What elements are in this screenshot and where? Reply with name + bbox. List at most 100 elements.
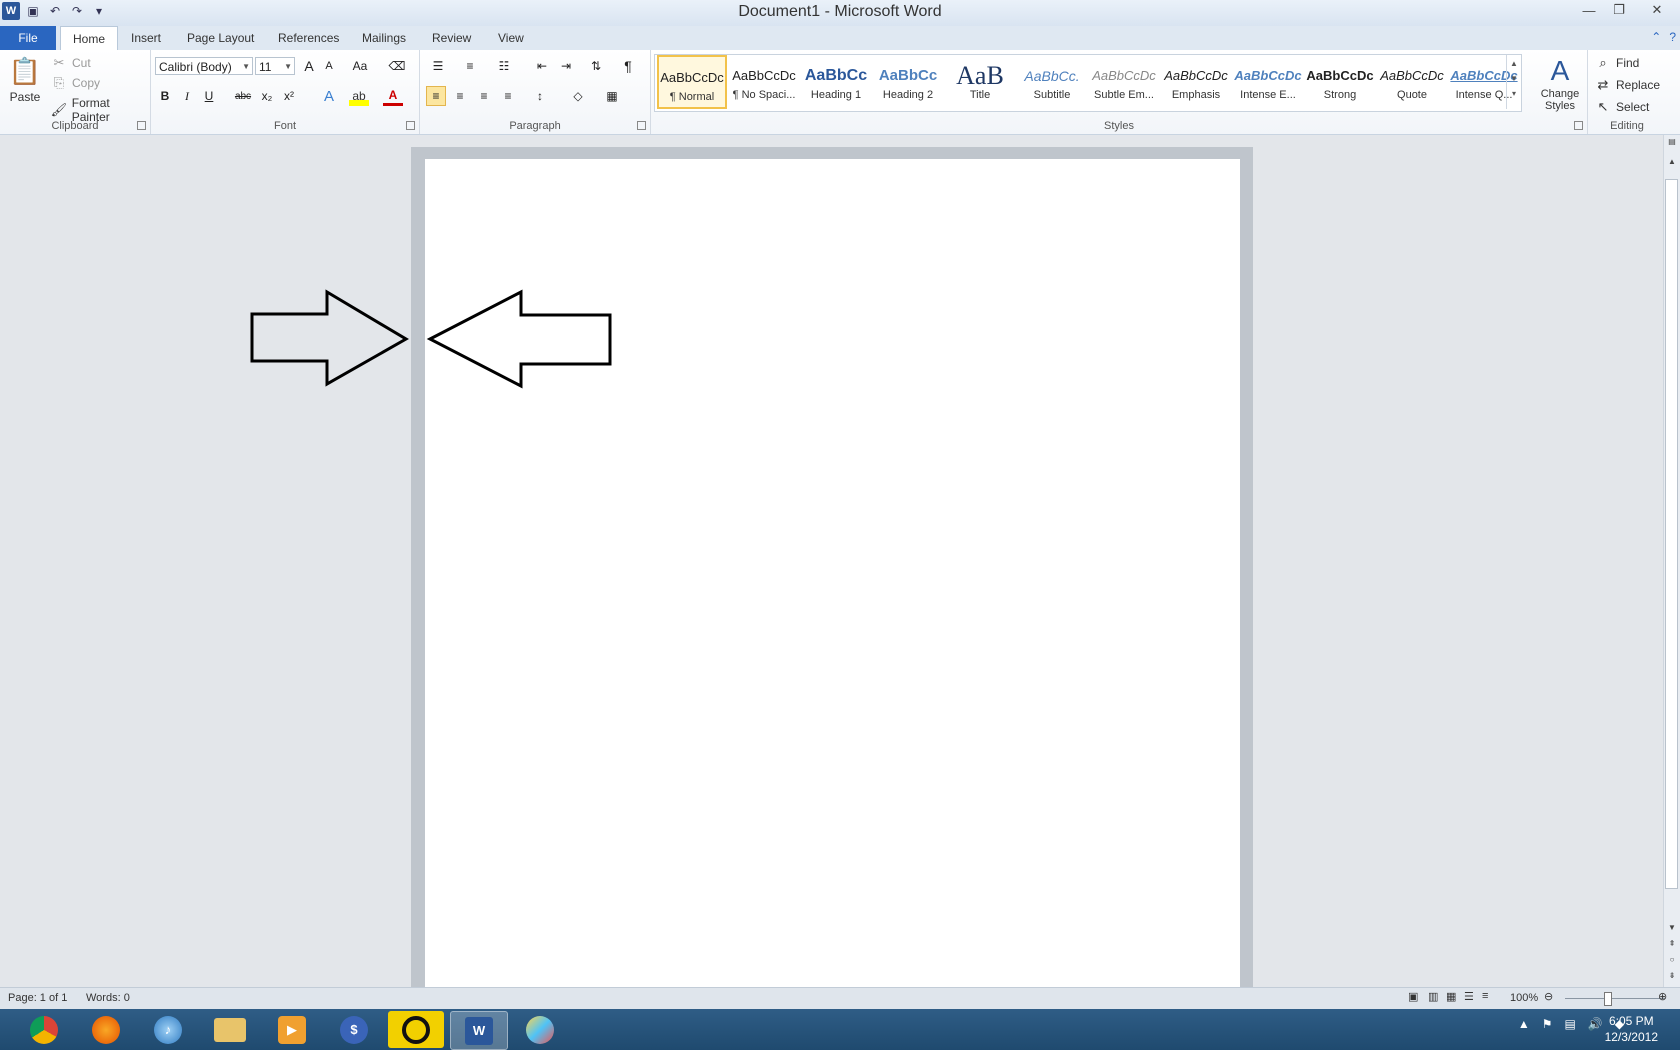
itunes-taskbar-button[interactable]: ♪	[140, 1011, 196, 1048]
style-heading-2[interactable]: AaBbCc Heading 2	[873, 55, 943, 109]
find-button[interactable]: ⌕ Find	[1594, 54, 1639, 72]
decrease-indent-icon[interactable]: ⇤	[532, 56, 552, 76]
underline-button[interactable]: U	[199, 86, 219, 106]
numbering-icon[interactable]: ≡	[460, 56, 480, 76]
print-layout-icon[interactable]: ▣	[1408, 990, 1418, 1003]
style-subtitle[interactable]: AaBbCc. Subtitle	[1017, 55, 1087, 109]
browse-object-icon[interactable]: ○	[1664, 955, 1680, 964]
cut-button[interactable]: ✂ Cut	[50, 54, 91, 72]
style-heading-1[interactable]: AaBbCc Heading 1	[801, 55, 871, 109]
style-strong[interactable]: AaBbCcDc Strong	[1305, 55, 1375, 109]
ruler-toggle-icon[interactable]: ▤	[1664, 137, 1680, 146]
font-name-combo[interactable]: Calibri (Body) ▼	[155, 57, 253, 75]
show-formatting-button[interactable]: ¶	[618, 56, 638, 76]
tab-view[interactable]: View	[486, 26, 536, 50]
zoom-level[interactable]: 100%	[1510, 992, 1538, 1004]
line-spacing-icon[interactable]: ↕	[530, 86, 550, 106]
ring-app-taskbar-button[interactable]	[388, 1011, 444, 1048]
outline-icon[interactable]: ☰	[1464, 990, 1474, 1003]
scrollbar-thumb[interactable]	[1665, 179, 1678, 889]
minimize-ribbon-icon[interactable]: ⌃	[1651, 30, 1661, 44]
tab-mailings[interactable]: Mailings	[350, 26, 418, 50]
word-count[interactable]: Words: 0	[86, 992, 130, 1004]
explorer-taskbar-button[interactable]	[202, 1011, 258, 1048]
italic-button[interactable]: I	[177, 86, 197, 106]
tab-file[interactable]: File	[0, 26, 56, 50]
clock[interactable]: 6:05 PM 12/3/2012	[1605, 1013, 1658, 1045]
firefox-taskbar-button[interactable]	[78, 1011, 134, 1048]
minimize-icon[interactable]: —	[1574, 0, 1604, 20]
scroll-up-icon[interactable]: ▲	[1664, 157, 1680, 166]
more-styles-icon[interactable]: ▾	[1507, 89, 1521, 98]
close-icon[interactable]: ✕	[1634, 0, 1680, 20]
align-center-icon[interactable]: ≡	[450, 86, 470, 106]
network-icon[interactable]: ▤	[1564, 1017, 1575, 1031]
multilevel-list-icon[interactable]: ☷	[494, 56, 514, 76]
bullets-icon[interactable]: ☰	[428, 56, 448, 76]
justify-icon[interactable]: ≡	[498, 86, 518, 106]
borders-icon[interactable]: ▦	[602, 86, 622, 106]
style-intense-emphasis[interactable]: AaBbCcDc Intense E...	[1233, 55, 1303, 109]
sort-icon[interactable]: ⇅	[586, 56, 606, 76]
left-arrow-shape[interactable]	[426, 289, 612, 389]
highlight-icon[interactable]: ab	[349, 86, 369, 106]
help-icon[interactable]: ?	[1669, 30, 1676, 44]
volume-icon[interactable]: 🔊	[1588, 1017, 1603, 1031]
style-quote[interactable]: AaBbCcDc Quote	[1377, 55, 1447, 109]
align-left-icon[interactable]: ≡	[426, 86, 446, 106]
next-page-icon[interactable]: ⇟	[1664, 971, 1680, 980]
show-hidden-icons-icon[interactable]: ▲	[1518, 1017, 1530, 1031]
paint-taskbar-button[interactable]	[512, 1011, 568, 1048]
tab-references[interactable]: References	[266, 26, 351, 50]
web-layout-icon[interactable]: ▦	[1446, 990, 1456, 1003]
change-case-button[interactable]: Aa	[347, 56, 373, 76]
full-screen-reading-icon[interactable]: ▥	[1428, 990, 1438, 1003]
styles-scroll[interactable]: ▲ ▼ ▾	[1506, 55, 1521, 109]
font-size-combo[interactable]: 11 ▼	[255, 57, 295, 75]
text-effects-icon[interactable]: A	[319, 86, 339, 106]
style-normal[interactable]: AaBbCcDc ¶ Normal	[657, 55, 727, 109]
change-styles-button[interactable]: A Change Styles	[1536, 54, 1584, 112]
style-title[interactable]: AaB Title	[945, 55, 1015, 109]
tab-page-layout[interactable]: Page Layout	[175, 26, 266, 50]
font-launcher-icon[interactable]	[406, 121, 415, 130]
strikethrough-button[interactable]: abc	[231, 86, 255, 106]
clipboard-launcher-icon[interactable]	[137, 121, 146, 130]
page-count[interactable]: Page: 1 of 1	[8, 992, 67, 1004]
bold-button[interactable]: B	[155, 86, 175, 106]
chevron-down-icon[interactable]: ▼	[1507, 74, 1521, 83]
zoom-slider[interactable]	[1565, 998, 1665, 999]
subscript-button[interactable]: x₂	[257, 86, 277, 106]
zoom-slider-thumb[interactable]	[1604, 992, 1612, 1006]
chevron-up-icon[interactable]: ▲	[1507, 59, 1521, 68]
tab-insert[interactable]: Insert	[119, 26, 173, 50]
paste-button[interactable]: 📋 Paste	[8, 54, 42, 105]
superscript-button[interactable]: x²	[279, 86, 299, 106]
restore-icon[interactable]: ❐	[1604, 0, 1634, 20]
tab-home[interactable]: Home	[60, 26, 119, 51]
grow-font-button[interactable]: A	[299, 56, 319, 76]
word-taskbar-button[interactable]: W	[450, 1011, 508, 1050]
style-subtle-emphasis[interactable]: AaBbCcDc Subtle Em...	[1089, 55, 1159, 109]
previous-page-icon[interactable]: ⇞	[1664, 939, 1680, 948]
media-player-taskbar-button[interactable]: ▶	[264, 1011, 320, 1048]
align-right-icon[interactable]: ≡	[474, 86, 494, 106]
paragraph-launcher-icon[interactable]	[637, 121, 646, 130]
style-no-spacing[interactable]: AaBbCcDc ¶ No Spaci...	[729, 55, 799, 109]
scroll-down-icon[interactable]: ▼	[1664, 923, 1680, 932]
replace-button[interactable]: ⇄ Replace	[1594, 76, 1660, 94]
chrome-taskbar-button[interactable]	[16, 1011, 72, 1048]
shrink-font-button[interactable]: A	[319, 56, 339, 76]
tab-review[interactable]: Review	[420, 26, 483, 50]
increase-indent-icon[interactable]: ⇥	[556, 56, 576, 76]
zoom-out-icon[interactable]: ⊖	[1544, 990, 1553, 1003]
app-s-taskbar-button[interactable]: $	[326, 1011, 382, 1048]
style-emphasis[interactable]: AaBbCcDc Emphasis	[1161, 55, 1231, 109]
styles-launcher-icon[interactable]	[1574, 121, 1583, 130]
shading-icon[interactable]: ◇	[568, 86, 588, 106]
copy-button[interactable]: ⎘ Copy	[50, 74, 100, 92]
font-color-icon[interactable]: A	[383, 86, 403, 106]
action-center-flag-icon[interactable]: ⚑	[1542, 1017, 1553, 1031]
draft-icon[interactable]: ≡	[1482, 990, 1488, 1002]
clear-formatting-icon[interactable]: ⌫	[387, 56, 407, 76]
